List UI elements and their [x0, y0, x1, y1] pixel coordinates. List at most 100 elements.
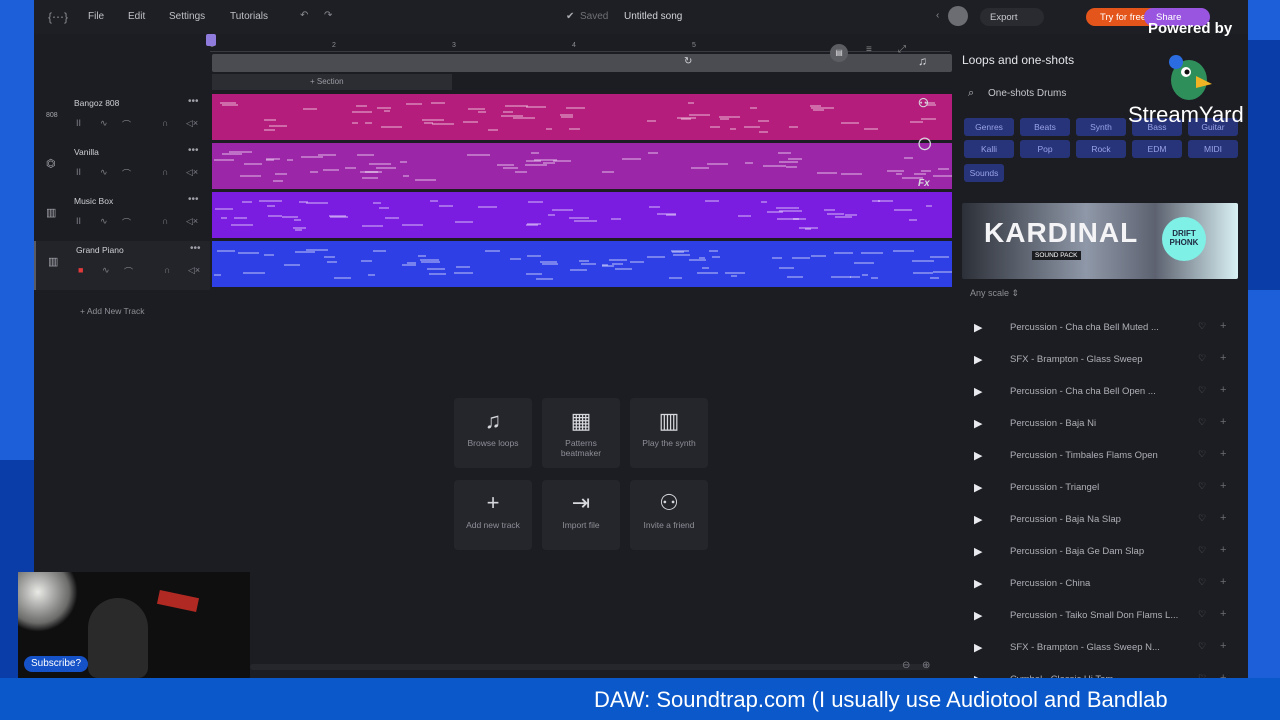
track-name[interactable]: Vanilla — [74, 147, 99, 157]
track-lane[interactable] — [212, 192, 952, 238]
heart-icon[interactable]: ♡ — [1198, 385, 1206, 396]
heart-icon[interactable]: ♡ — [1198, 353, 1206, 364]
invite-friend-button[interactable]: ⚇ Invite a friend — [630, 480, 708, 550]
loop-row[interactable]: ▶ Percussion - Cha cha Bell Muted ... ♡ + — [952, 320, 1238, 352]
add-icon[interactable]: + — [1220, 352, 1226, 364]
loop-row[interactable]: ▶ Percussion - Baja Ni ♡ + — [952, 416, 1238, 448]
loop-row[interactable]: ▶ Percussion - Taiko Small Don Flams L...… — [952, 608, 1238, 640]
playhead[interactable] — [206, 34, 216, 46]
track-header[interactable]: Vanilla ⏣ ••• II ∿ ⌒ ∩ ◁× — [34, 143, 210, 192]
track-name[interactable]: Grand Piano — [76, 245, 124, 255]
play-icon[interactable]: ▶ — [974, 417, 982, 430]
play-icon[interactable]: ▶ — [974, 641, 982, 654]
volume-icon[interactable]: ◁× — [186, 118, 198, 129]
add-icon[interactable]: + — [1220, 608, 1226, 620]
track-lane[interactable] — [212, 143, 952, 189]
effects-icon[interactable]: ⌒ — [122, 167, 131, 180]
avatar[interactable] — [948, 6, 968, 26]
headphones-icon[interactable]: ∩ — [164, 265, 170, 275]
mute-icon[interactable]: II — [76, 118, 81, 128]
heart-icon[interactable]: ♡ — [1198, 609, 1206, 620]
headphones-icon[interactable]: ∩ — [162, 216, 168, 226]
filter-chip[interactable]: Beats — [1020, 118, 1070, 136]
chat-icon[interactable]: ◯ — [918, 136, 931, 150]
heart-icon[interactable]: ♡ — [1198, 481, 1206, 492]
zoom-in-icon[interactable]: ⊕ — [922, 660, 930, 671]
volume-icon[interactable]: ◁× — [186, 167, 198, 178]
scale-selector[interactable]: Any scale ⇕ — [970, 288, 1019, 299]
redo-icon[interactable]: ↷ — [324, 10, 332, 21]
add-icon[interactable]: + — [1220, 320, 1226, 332]
play-icon[interactable]: ▶ — [974, 609, 982, 622]
record-icon[interactable]: ■ — [78, 265, 83, 275]
song-title[interactable]: Untitled song — [624, 11, 682, 22]
track-lane[interactable] — [212, 94, 952, 140]
add-track-button[interactable]: + Add New Track — [80, 306, 145, 316]
volume-icon[interactable]: ◁× — [186, 216, 198, 227]
track-header[interactable]: Music Box ▥ ••• II ∿ ⌒ ∩ ◁× — [34, 192, 210, 241]
heart-icon[interactable]: ♡ — [1198, 449, 1206, 460]
loop-icon[interactable]: ↻ — [684, 56, 692, 67]
add-icon[interactable]: + — [1220, 480, 1226, 492]
grid-icon[interactable]: ≡ — [866, 44, 872, 55]
menu-tutorials[interactable]: Tutorials — [230, 11, 268, 22]
loop-row[interactable]: ▶ Percussion - Baja Na Slap ♡ + — [952, 512, 1238, 544]
add-section-bar[interactable]: + Section — [212, 74, 452, 90]
play-icon[interactable]: ▶ — [974, 513, 982, 526]
menu-settings[interactable]: Settings — [169, 11, 205, 22]
metronome-icon[interactable]: ▤ — [830, 44, 848, 62]
heart-icon[interactable]: ♡ — [1198, 545, 1206, 556]
headphones-icon[interactable]: ∩ — [162, 167, 168, 177]
play-icon[interactable]: ▶ — [974, 353, 982, 366]
track-header-selected[interactable]: Grand Piano ▥ ••• ■ ∿ ⌒ ∩ ◁× — [34, 241, 210, 290]
add-icon[interactable]: + — [1220, 384, 1226, 396]
filter-chip[interactable]: Sounds — [964, 164, 1004, 182]
play-icon[interactable]: ▶ — [974, 385, 982, 398]
loop-row[interactable]: ▶ Percussion - Baja Ge Dam Slap ♡ + — [952, 544, 1238, 576]
more-icon[interactable]: ••• — [190, 243, 201, 254]
add-icon[interactable]: + — [1220, 640, 1226, 652]
loop-row[interactable]: ▶ Percussion - Timbales Flams Open ♡ + — [952, 448, 1238, 480]
filter-chip[interactable]: Genres — [964, 118, 1014, 136]
track-header[interactable]: Bangoz 808 808 ••• II ∿ ⌒ ∩ ◁× — [34, 94, 210, 143]
filter-chip[interactable]: Synth — [1076, 118, 1126, 136]
heart-icon[interactable]: ♡ — [1198, 513, 1206, 524]
play-icon[interactable]: ▶ — [974, 545, 982, 558]
track-name[interactable]: Music Box — [74, 196, 113, 206]
menu-file[interactable]: File — [88, 11, 104, 22]
chevron-left-icon[interactable]: ‹ — [936, 10, 939, 21]
headphones-icon[interactable]: ∩ — [162, 118, 168, 128]
filter-chip[interactable]: EDM — [1132, 140, 1182, 158]
heart-icon[interactable]: ♡ — [1198, 321, 1206, 332]
track-lane[interactable] — [212, 241, 952, 287]
add-icon[interactable]: + — [1220, 512, 1226, 524]
track-name[interactable]: Bangoz 808 — [74, 98, 119, 108]
more-icon[interactable]: ••• — [188, 194, 199, 205]
play-icon[interactable]: ▶ — [974, 577, 982, 590]
loop-row[interactable]: ▶ Percussion - Triangel ♡ + — [952, 480, 1238, 512]
play-synth-button[interactable]: ▥ Play the synth — [630, 398, 708, 468]
filter-chip[interactable]: MIDI — [1188, 140, 1238, 158]
loop-row[interactable]: ▶ Percussion - China ♡ + — [952, 576, 1238, 608]
filter-chip[interactable]: Kalli — [964, 140, 1014, 158]
mute-icon[interactable]: II — [76, 167, 81, 177]
export-button[interactable]: Export — [980, 8, 1044, 26]
undo-icon[interactable]: ↶ — [300, 10, 308, 21]
automation-icon[interactable]: ∿ — [100, 216, 108, 227]
subscribe-badge[interactable]: Subscribe? — [24, 656, 88, 672]
more-icon[interactable]: ••• — [188, 96, 199, 107]
browse-loops-button[interactable]: ♫ Browse loops — [454, 398, 532, 468]
collaborators-icon[interactable]: ⚇ — [918, 96, 929, 110]
zoom-out-icon[interactable]: ⊖ — [902, 660, 910, 671]
add-icon[interactable]: + — [1220, 416, 1226, 428]
mute-icon[interactable]: II — [76, 216, 81, 226]
filter-chip[interactable]: Pop — [1020, 140, 1070, 158]
more-icon[interactable]: ••• — [188, 145, 199, 156]
loop-row[interactable]: ▶ Percussion - Cha cha Bell Open ... ♡ + — [952, 384, 1238, 416]
effects-icon[interactable]: ⌒ — [122, 216, 131, 229]
loop-row[interactable]: ▶ SFX - Brampton - Glass Sweep ♡ + — [952, 352, 1238, 384]
play-icon[interactable]: ▶ — [974, 449, 982, 462]
filter-chip[interactable]: Rock — [1076, 140, 1126, 158]
add-icon[interactable]: + — [1220, 576, 1226, 588]
fx-icon[interactable]: Fx — [918, 178, 930, 189]
